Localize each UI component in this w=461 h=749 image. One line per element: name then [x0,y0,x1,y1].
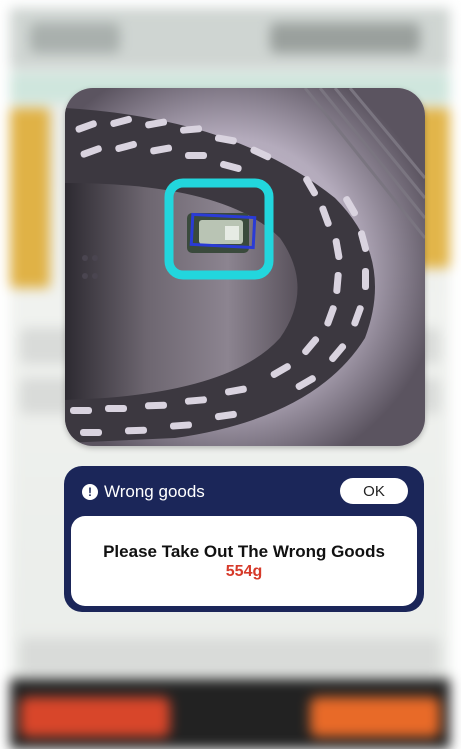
dialog-body: Please Take Out The Wrong Goods 554g [71,516,417,606]
wrong-goods-dialog: ! Wrong goods OK Please Take Out The Wro… [64,466,424,612]
dialog-message: Please Take Out The Wrong Goods [103,541,385,561]
ok-button[interactable]: OK [340,478,408,504]
bg-button [20,697,170,737]
camera-image [65,88,425,446]
weight-value: 554g [225,562,263,580]
dialog-title: Wrong goods [104,482,205,501]
bg-block [30,23,120,53]
bg-row [20,638,440,674]
exclamation-icon: ! [82,484,98,500]
bg-button [310,697,440,737]
bg-side-panel [10,108,50,288]
bg-block [270,23,420,53]
camera-snapshot [65,88,425,446]
dialog-header: ! Wrong goods [82,482,205,502]
